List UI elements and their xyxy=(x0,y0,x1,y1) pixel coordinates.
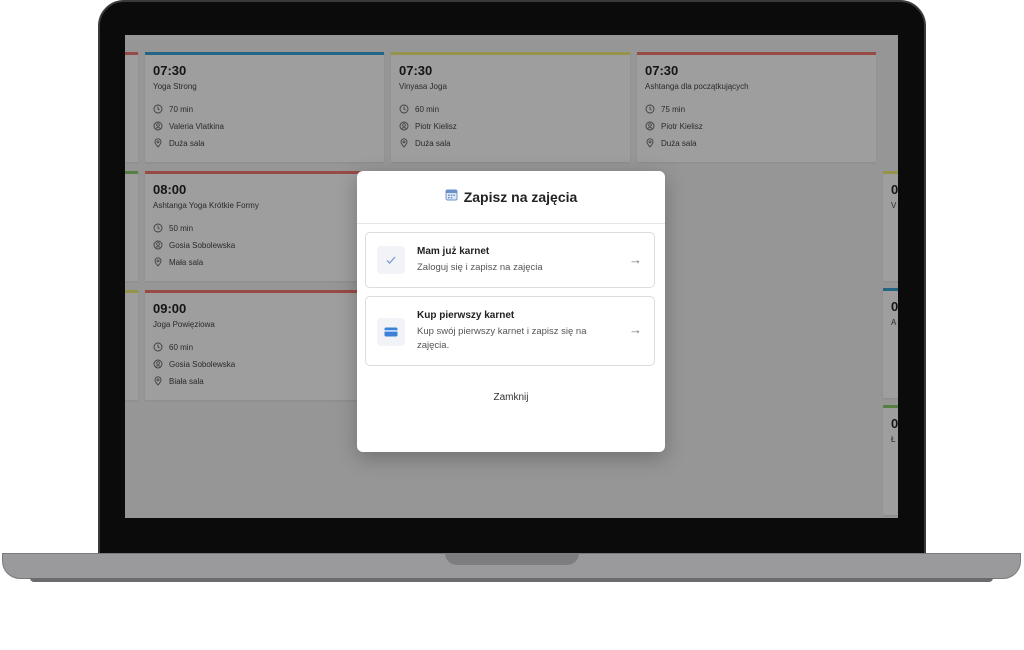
have-pass-option[interactable]: Mam już karnet Zaloguj się i zapisz na z… xyxy=(365,232,655,288)
laptop-base-shadow xyxy=(30,578,993,582)
option-desc: Zaloguj się i zapisz na zajęcia xyxy=(417,262,543,273)
calendar-icon xyxy=(445,188,458,206)
option-title: Mam już karnet xyxy=(417,246,490,257)
arrow-right-icon: → xyxy=(629,322,642,337)
arrow-right-icon: → xyxy=(629,252,642,267)
close-button[interactable]: Zamknij xyxy=(357,392,665,403)
option-title: Kup pierwszy karnet xyxy=(417,310,515,321)
buy-pass-option[interactable]: Kup pierwszy karnet Kup swój pierwszy ka… xyxy=(365,296,655,366)
enroll-modal: Zapisz na zajęcia Mam już karnet Zaloguj… xyxy=(357,171,665,452)
laptop-notch xyxy=(445,553,579,565)
modal-title: Zapisz na zajęcia xyxy=(463,189,578,205)
credit-card-icon xyxy=(377,318,405,346)
option-desc: Kup swój pierwszy karnet i zapisz się na… xyxy=(417,326,587,351)
modal-header: Zapisz na zajęcia xyxy=(357,171,665,224)
check-icon xyxy=(377,246,405,274)
